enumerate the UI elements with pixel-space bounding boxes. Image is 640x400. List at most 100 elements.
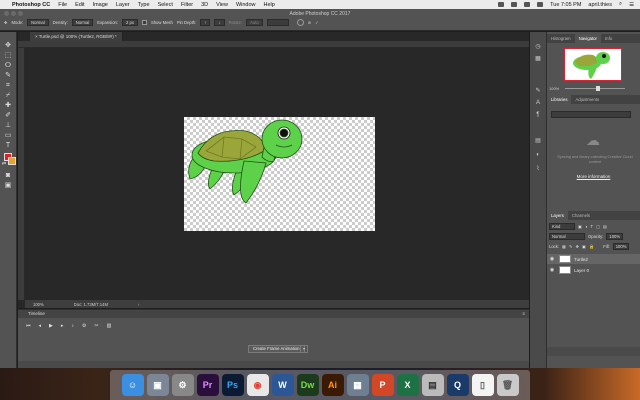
- lock-all-icon[interactable]: 🔒: [589, 244, 594, 250]
- eyedropper-tool-icon[interactable]: ⌿: [3, 92, 13, 100]
- chrome-icon[interactable]: ◉: [246, 374, 269, 396]
- dreamweaver-icon[interactable]: Dw: [296, 374, 319, 396]
- menu-list-icon[interactable]: ☰: [629, 2, 634, 8]
- pin-forward-button[interactable]: ↑: [200, 19, 211, 26]
- menu-type[interactable]: Type: [138, 2, 150, 8]
- paragraph-icon[interactable]: ¶: [534, 112, 542, 119]
- marquee-tool-icon[interactable]: ⬚: [3, 52, 13, 60]
- rotate-degree-field[interactable]: [266, 19, 289, 26]
- menu-window[interactable]: Window: [236, 2, 256, 8]
- library-select[interactable]: [551, 111, 631, 118]
- lasso-tool-icon[interactable]: ⵔ: [3, 62, 13, 70]
- powerpoint-icon[interactable]: P: [371, 374, 394, 396]
- user-name[interactable]: april.thies: [588, 2, 612, 8]
- prev-frame-icon[interactable]: ◂: [39, 323, 42, 329]
- more-information-link[interactable]: More information: [547, 174, 640, 179]
- tab-info[interactable]: Info: [601, 34, 616, 43]
- premiere-icon[interactable]: Pr: [196, 374, 219, 396]
- image-capture-icon[interactable]: ▣: [146, 374, 169, 396]
- navigator-zoom-value[interactable]: 100%: [549, 86, 559, 91]
- vertical-ruler[interactable]: [18, 48, 25, 300]
- menu-app-name[interactable]: Photoshop CC: [12, 2, 50, 8]
- next-frame-icon[interactable]: ▸: [61, 323, 64, 329]
- menu-edit[interactable]: Edit: [75, 2, 84, 8]
- swatches-icon[interactable]: ▤: [534, 138, 542, 145]
- trash-icon[interactable]: 🗑: [496, 374, 519, 396]
- remove-pins-icon[interactable]: [296, 19, 304, 26]
- rotate-select[interactable]: Auto: [246, 19, 263, 26]
- cc-status-icon[interactable]: [498, 2, 505, 7]
- menu-select[interactable]: Select: [158, 2, 173, 8]
- wifi-icon[interactable]: [511, 2, 518, 7]
- properties-icon[interactable]: ▦: [534, 56, 542, 63]
- navigator-zoom-slider[interactable]: [565, 88, 625, 89]
- filter-pixel-icon[interactable]: ▣: [578, 224, 582, 229]
- menu-3d[interactable]: 3D: [201, 2, 208, 8]
- quick-mask-icon[interactable]: ◙: [3, 172, 13, 180]
- create-frame-animation-button[interactable]: Create Frame Animation: [248, 345, 305, 353]
- volume-icon[interactable]: [524, 2, 531, 7]
- cancel-icon[interactable]: ⊘: [308, 20, 312, 25]
- clone-stamp-tool-icon[interactable]: ⊥: [3, 122, 13, 130]
- menu-filter[interactable]: Filter: [181, 2, 193, 8]
- expansion-field[interactable]: 2 px: [122, 19, 138, 26]
- navigator-thumbnail[interactable]: [564, 48, 622, 81]
- visibility-eye-icon[interactable]: ◉: [547, 256, 557, 262]
- opacity-field[interactable]: 100%: [606, 233, 624, 240]
- clock[interactable]: Tue 7:05 PM: [550, 2, 581, 8]
- play-icon[interactable]: ▶: [49, 323, 53, 329]
- timeline-options-dropdown[interactable]: ▾: [300, 345, 308, 353]
- styles-icon[interactable]: ◐: [534, 152, 542, 159]
- filter-type-icon[interactable]: T: [591, 224, 594, 229]
- photoshop-icon[interactable]: Ps: [221, 374, 244, 396]
- tab-channels[interactable]: Channels: [568, 211, 594, 220]
- filter-smart-icon[interactable]: ▤: [603, 224, 607, 229]
- density-select[interactable]: Normal: [71, 19, 94, 26]
- canvas[interactable]: [184, 117, 375, 231]
- layer-row[interactable]: ◉ Layer 0: [547, 265, 640, 275]
- filter-adjust-icon[interactable]: ◑: [585, 224, 588, 229]
- lock-pixels-icon[interactable]: ▦: [562, 244, 566, 249]
- tab-histogram[interactable]: Histogram: [547, 34, 575, 43]
- background-color-swatch[interactable]: [8, 157, 16, 165]
- preview-icon[interactable]: ▦: [346, 374, 369, 396]
- mode-select[interactable]: Normal: [27, 19, 49, 26]
- system-preferences-icon[interactable]: ⚙: [171, 374, 194, 396]
- eraser-tool-icon[interactable]: ▭: [3, 132, 13, 140]
- lock-artboard-icon[interactable]: ▣: [582, 244, 586, 249]
- menu-help[interactable]: Help: [264, 2, 275, 8]
- first-frame-icon[interactable]: ⏮: [26, 323, 31, 329]
- menu-layer[interactable]: Layer: [116, 2, 130, 8]
- blend-mode-select[interactable]: Normal: [549, 233, 585, 240]
- quicktime-icon[interactable]: Q: [446, 374, 469, 396]
- audio-icon[interactable]: ♪: [71, 323, 74, 329]
- visibility-eye-icon[interactable]: ◉: [547, 267, 557, 273]
- layer-row[interactable]: ◉ Turtle2: [547, 254, 640, 264]
- tab-layers[interactable]: Layers: [547, 211, 568, 220]
- show-mesh-checkbox[interactable]: [141, 20, 147, 25]
- paths-icon[interactable]: ⌇: [534, 166, 542, 173]
- status-menu-arrow-icon[interactable]: ›: [138, 302, 139, 307]
- tab-adjustments[interactable]: Adjustments: [571, 95, 603, 104]
- filter-kind-select[interactable]: Kind: [549, 223, 575, 230]
- search-icon[interactable]: ⌕: [619, 1, 622, 8]
- finder-icon[interactable]: ☺: [121, 374, 144, 396]
- crop-tool-icon[interactable]: ⌗: [3, 82, 13, 90]
- tab-navigator[interactable]: Navigator: [574, 34, 601, 43]
- fill-field[interactable]: 100%: [612, 243, 630, 250]
- excel-icon[interactable]: X: [396, 374, 419, 396]
- menu-view[interactable]: View: [216, 2, 228, 8]
- horizontal-ruler[interactable]: [18, 41, 529, 48]
- word-icon[interactable]: W: [271, 374, 294, 396]
- move-tool-icon[interactable]: ✥: [3, 42, 13, 50]
- file-icon[interactable]: ▤: [421, 374, 444, 396]
- tab-libraries[interactable]: Libraries: [547, 95, 572, 104]
- lock-move-icon[interactable]: ✥: [576, 244, 580, 249]
- panel-menu-icon[interactable]: ≡: [522, 310, 525, 318]
- type-tool-icon[interactable]: T: [3, 142, 13, 150]
- layer-name[interactable]: Turtle2: [574, 257, 588, 262]
- settings-icon[interactable]: ⚙: [82, 323, 86, 329]
- history-icon[interactable]: ◷: [534, 44, 542, 51]
- transition-icon[interactable]: ▧: [107, 323, 112, 329]
- menu-file[interactable]: File: [58, 2, 67, 8]
